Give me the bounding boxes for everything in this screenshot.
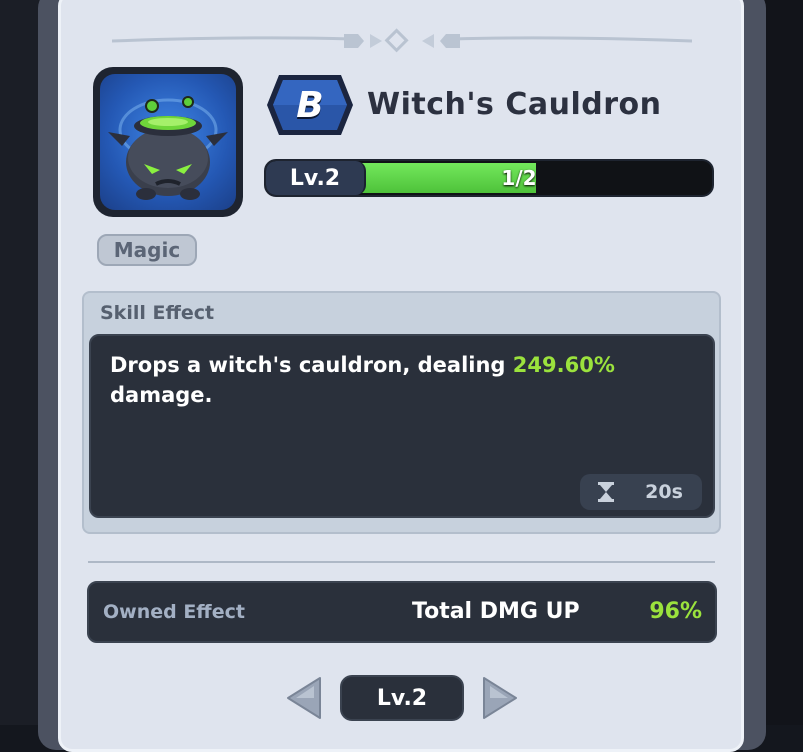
section-divider	[88, 561, 715, 563]
owned-effect-label: Owned Effect	[103, 601, 245, 623]
level-progress-bar: Lv.2 1/2	[264, 159, 714, 197]
cooldown-value: 20s	[645, 481, 683, 503]
level-progress-text: 1/2	[501, 166, 537, 190]
skill-effect-label: Skill Effect	[100, 302, 215, 324]
hourglass-icon	[598, 482, 614, 502]
background-left	[0, 0, 40, 725]
owned-effect-stat: Total DMG UP	[412, 599, 580, 624]
item-name: Witch's Cauldron	[367, 87, 662, 122]
witch-cauldron-icon	[100, 74, 236, 210]
prev-level-button[interactable]	[284, 674, 324, 722]
owned-effect-value: 96%	[649, 599, 702, 624]
grade-letter: B	[296, 84, 324, 126]
ornament-divider	[112, 28, 692, 53]
skill-description-suffix: damage.	[110, 383, 213, 407]
current-level-display: Lv.2	[340, 675, 464, 721]
skill-damage-value: 249.60%	[512, 353, 615, 377]
skill-description: Drops a witch's cauldron, dealing 249.60…	[110, 350, 670, 410]
item-icon-frame	[93, 67, 243, 217]
next-level-button[interactable]	[480, 674, 520, 722]
background-right	[762, 0, 803, 725]
type-tag: Magic	[97, 234, 197, 266]
skill-description-prefix: Drops a witch's cauldron, dealing	[110, 353, 513, 377]
